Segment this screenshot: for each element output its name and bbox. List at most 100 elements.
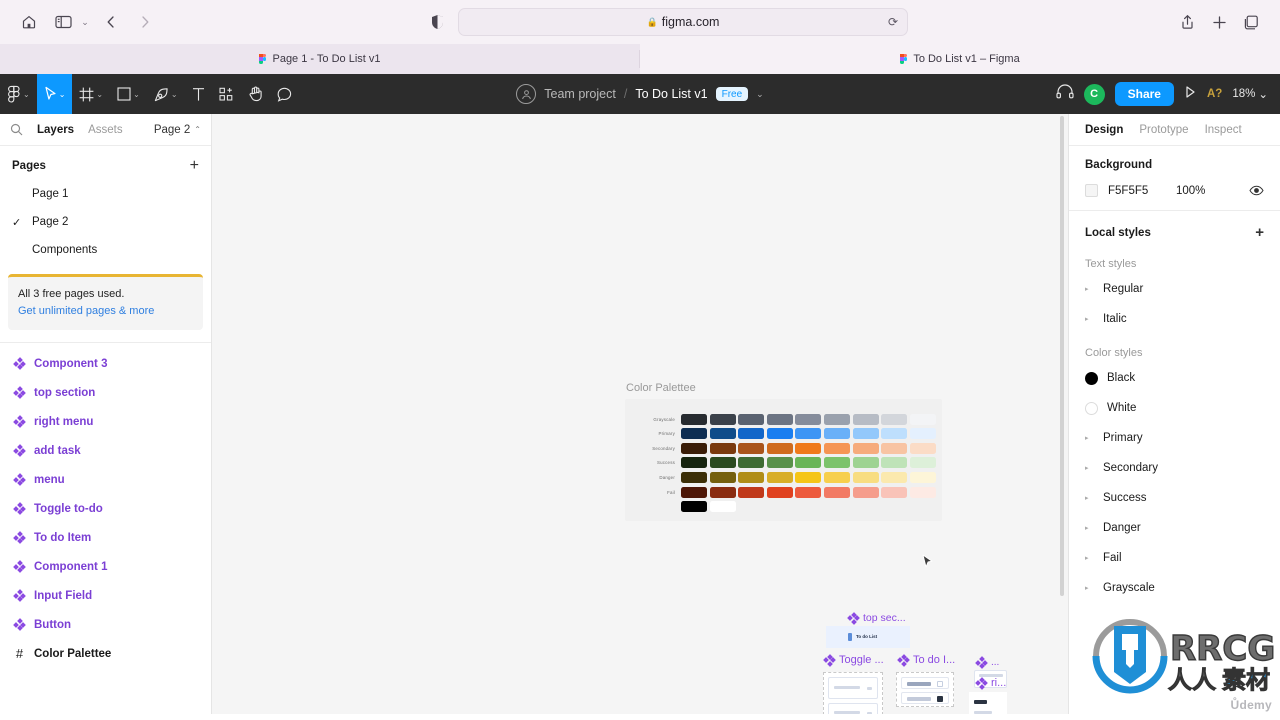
frame-top-section[interactable]: To do List — [826, 626, 910, 648]
chevron-down-icon[interactable]: ⌄ — [78, 17, 92, 28]
background-hex[interactable]: F5F5F5 — [1108, 185, 1176, 197]
color-style-fail[interactable]: ▸ Fail — [1069, 543, 1280, 573]
swatch[interactable] — [766, 472, 793, 483]
page-item-components[interactable]: Components — [0, 236, 211, 264]
swatch[interactable] — [738, 428, 765, 440]
new-tab-icon[interactable] — [1204, 8, 1234, 36]
component-label-todo-item[interactable]: To do I... — [897, 653, 955, 667]
expand-triangle-icon[interactable]: ▸ — [1085, 464, 1094, 472]
swatch[interactable] — [766, 486, 793, 498]
layer-item[interactable]: right menu — [0, 407, 211, 436]
chevron-down-icon[interactable] — [867, 687, 872, 690]
layer-item[interactable]: Input Field — [0, 581, 211, 610]
swatch[interactable] — [823, 486, 850, 498]
plan-badge[interactable]: Free — [715, 87, 749, 101]
chevron-down-icon[interactable]: ⌄ — [23, 90, 30, 99]
share-button[interactable]: Share — [1114, 82, 1174, 106]
swatch[interactable] — [852, 486, 879, 498]
forward-arrow-icon[interactable] — [130, 8, 160, 36]
tab-design[interactable]: Design — [1085, 124, 1123, 136]
swatch[interactable] — [852, 442, 879, 454]
swatch[interactable] — [681, 501, 707, 513]
swatch[interactable] — [909, 486, 936, 498]
chevron-down-icon[interactable]: ⌄ — [59, 90, 66, 99]
tab-inspect[interactable]: Inspect — [1205, 124, 1242, 136]
expand-triangle-icon[interactable]: ▸ — [1085, 524, 1094, 532]
swatch[interactable] — [909, 428, 936, 440]
back-arrow-icon[interactable] — [96, 8, 126, 36]
team-project-name[interactable]: Team project — [544, 87, 616, 101]
swatch[interactable] — [681, 486, 707, 498]
chevron-down-icon[interactable]: ⌄ — [1258, 87, 1268, 101]
swatch[interactable] — [909, 442, 936, 454]
plus-icon[interactable]: + — [1255, 224, 1264, 241]
comment-tool[interactable] — [270, 74, 299, 114]
expand-triangle-icon[interactable]: ▸ — [1085, 554, 1094, 562]
background-color-swatch[interactable] — [1085, 184, 1098, 197]
expand-triangle-icon[interactable]: ▸ — [1085, 494, 1094, 502]
page-item-page-2[interactable]: ✓ Page 2 — [0, 208, 211, 236]
frame-right-menu[interactable] — [969, 692, 1007, 714]
move-tool[interactable]: ⌄ — [36, 74, 73, 114]
toggle-card-collapsed[interactable] — [828, 677, 878, 699]
layer-item[interactable]: To do Item — [0, 523, 211, 552]
tab-overview-icon[interactable] — [1236, 8, 1266, 36]
pen-tool[interactable]: ⌄ — [147, 74, 185, 114]
color-style-primary[interactable]: ▸ Primary — [1069, 423, 1280, 453]
layer-item[interactable]: top section — [0, 378, 211, 407]
chevron-down-icon[interactable]: ⌄ — [171, 90, 178, 99]
layer-item[interactable]: menu — [0, 465, 211, 494]
layer-item[interactable]: # Color Palettee — [0, 639, 211, 668]
swatch[interactable] — [681, 442, 707, 454]
swatch[interactable] — [823, 428, 850, 440]
browser-tab[interactable]: Page 1 - To Do List v1 — [0, 44, 640, 74]
swatch[interactable] — [709, 486, 736, 498]
promo-upgrade-link[interactable]: Get unlimited pages & more — [18, 303, 193, 320]
color-style-secondary[interactable]: ▸ Secondary — [1069, 453, 1280, 483]
swatch[interactable] — [681, 428, 707, 440]
resources-tool[interactable] — [212, 74, 241, 114]
page-selector[interactable]: Page 2 ⌃ — [154, 124, 201, 136]
expand-triangle-icon[interactable]: ▸ — [1085, 434, 1094, 442]
swatch[interactable] — [909, 457, 936, 469]
swatch[interactable] — [709, 457, 736, 469]
swatch[interactable] — [681, 472, 707, 483]
swatch[interactable] — [881, 428, 908, 440]
swatch[interactable] — [909, 472, 936, 483]
swatch[interactable] — [881, 486, 908, 498]
swatch[interactable] — [709, 472, 736, 483]
chevron-up-icon[interactable] — [867, 712, 872, 714]
ai-button[interactable]: A? — [1207, 88, 1222, 100]
headphones-icon[interactable] — [1056, 84, 1074, 104]
checkbox-checked[interactable] — [937, 696, 943, 702]
share-icon[interactable] — [1172, 8, 1202, 36]
swatch[interactable] — [738, 472, 765, 483]
avatar[interactable]: C — [1083, 83, 1105, 105]
play-present-icon[interactable] — [1184, 85, 1197, 104]
swatch[interactable] — [709, 501, 736, 513]
design-canvas[interactable]: Color Palettee Grayscale Primary Seconda… — [212, 114, 1068, 714]
main-menu-tool[interactable]: ⌄ — [0, 74, 37, 114]
swatch[interactable] — [681, 413, 707, 425]
color-palette-frame[interactable]: Grayscale Primary Secondary Success Dang… — [625, 399, 942, 521]
hand-tool[interactable] — [241, 74, 270, 114]
checkbox[interactable] — [937, 681, 943, 687]
shape-tool[interactable]: ⌄ — [110, 74, 147, 114]
color-style-success[interactable]: ▸ Success — [1069, 483, 1280, 513]
swatch[interactable] — [881, 472, 908, 483]
expand-triangle-icon[interactable]: ▸ — [1085, 315, 1094, 323]
swatch[interactable] — [852, 457, 879, 469]
swatch[interactable] — [823, 442, 850, 454]
file-name[interactable]: To Do List v1 — [635, 87, 707, 101]
swatch[interactable] — [852, 472, 879, 483]
swatch[interactable] — [766, 413, 793, 425]
swatch[interactable] — [881, 457, 908, 469]
swatch[interactable] — [709, 428, 736, 440]
color-style-grayscale[interactable]: ▸ Grayscale — [1069, 573, 1280, 603]
browser-tab[interactable]: To Do List v1 – Figma — [640, 44, 1280, 74]
layer-item[interactable]: Component 3 — [0, 349, 211, 378]
swatch[interactable] — [909, 413, 936, 425]
text-tool[interactable] — [185, 74, 212, 114]
todo-row-a[interactable] — [901, 677, 949, 689]
page-item-page-1[interactable]: Page 1 — [0, 180, 211, 208]
